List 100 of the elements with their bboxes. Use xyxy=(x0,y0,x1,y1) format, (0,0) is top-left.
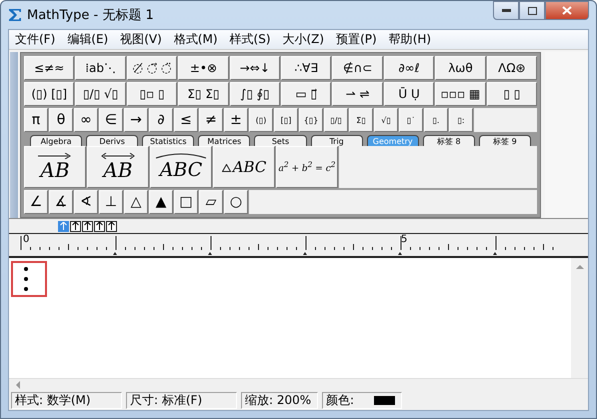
minimize-icon xyxy=(502,9,510,12)
palette-button[interactable]: ◌̸ ◌⃗ ◌̈ xyxy=(126,56,178,80)
symbol-button[interactable]: ∂ xyxy=(149,108,173,132)
arc-icon xyxy=(155,153,207,159)
palette-button[interactable]: ±•⊗ xyxy=(178,56,229,80)
up-arrow-icon xyxy=(108,222,115,230)
palette-tab[interactable]: Trig xyxy=(310,135,363,146)
symbol-button[interactable]: Σ▯ xyxy=(349,108,373,132)
nudge-button[interactable] xyxy=(94,220,105,232)
geometry-button[interactable]: ▱ xyxy=(199,190,223,214)
symbol-button[interactable]: ▯. xyxy=(424,108,448,132)
geometry-button[interactable]: ▲ xyxy=(149,190,173,214)
palette-button[interactable]: ⁞ab⋱ xyxy=(75,56,126,80)
symbol-button[interactable]: θ xyxy=(49,108,73,132)
empty-slot-dots-icon xyxy=(23,266,29,292)
geometry-button[interactable]: ○ xyxy=(224,190,248,214)
minimize-button[interactable] xyxy=(493,1,519,20)
palette-button[interactable]: ▯▫ ▯ xyxy=(126,82,178,106)
palette-button[interactable]: ∉∩⊂ xyxy=(332,56,383,80)
up-arrow-icon xyxy=(72,222,79,230)
palette-tab[interactable]: 标签 8 xyxy=(422,135,475,146)
horizontal-scrollbar[interactable] xyxy=(9,378,588,391)
palette-button[interactable]: ▯/▯ √▯ xyxy=(75,82,126,106)
ruler-label: 5 xyxy=(401,234,408,245)
template-button[interactable]: a$^{2}$ + b$^{2}$ = c$^{2}$ xyxy=(276,146,338,188)
geometry-button[interactable]: △ xyxy=(124,190,148,214)
template-button[interactable]: AB xyxy=(87,146,149,188)
close-icon xyxy=(562,6,572,15)
palette-button[interactable]: ≤≠≈ xyxy=(24,56,74,80)
menu-item[interactable]: 帮助(H) xyxy=(388,31,432,48)
status-text: 样式: 数学(M) xyxy=(15,392,91,409)
symbol-button[interactable]: → xyxy=(124,108,148,132)
close-button[interactable] xyxy=(545,1,589,20)
symbol-button[interactable]: ≠ xyxy=(199,108,223,132)
color-swatch[interactable] xyxy=(374,396,396,405)
menu-item[interactable]: 样式(S) xyxy=(230,31,270,48)
symbol-button[interactable]: √▯ xyxy=(374,108,398,132)
palette-button[interactable]: λωθ xyxy=(435,56,486,80)
geometry-button[interactable]: ∠ xyxy=(24,190,48,214)
geometry-button[interactable]: ⊥ xyxy=(99,190,123,214)
up-arrow-icon xyxy=(96,222,103,230)
symbol-button[interactable]: π xyxy=(24,108,48,132)
palette-button[interactable]: (▯) [▯] xyxy=(24,82,74,106)
nudge-button[interactable] xyxy=(106,220,117,232)
geometry-button[interactable]: ∡ xyxy=(49,190,73,214)
toolbar-grip[interactable] xyxy=(10,52,18,218)
right-arrow-icon xyxy=(38,153,72,159)
menu-item[interactable]: 编辑(E) xyxy=(67,31,108,48)
palette-tab[interactable]: Derivs xyxy=(86,135,138,146)
palette-tab[interactable]: Statistics xyxy=(142,135,194,146)
menu-item[interactable]: 预置(P) xyxy=(336,31,377,48)
status-text: 颜色: xyxy=(326,392,354,409)
palette-button[interactable]: ∂∞ℓ xyxy=(384,56,434,80)
double-arrow-icon xyxy=(101,153,135,159)
palette-tab[interactable]: 标签 9 xyxy=(478,135,531,146)
template-button[interactable]: ABC xyxy=(213,146,275,188)
window-title: MathType - 无标题 1 xyxy=(27,7,154,24)
status-text: 缩放: 200% xyxy=(245,392,312,409)
symbol-button[interactable]: ± xyxy=(224,108,248,132)
maximize-icon xyxy=(528,6,536,14)
nudge-button[interactable] xyxy=(82,220,93,232)
menu-item[interactable]: 文件(F) xyxy=(15,31,56,48)
palette-button[interactable]: ▭ ▯⃗ xyxy=(281,82,332,106)
up-arrow-icon xyxy=(60,222,67,230)
palette-button[interactable]: ∴∀∃ xyxy=(281,56,332,80)
symbol-button[interactable]: ▯˙ xyxy=(399,108,423,132)
palette-button[interactable]: Ū Ụ xyxy=(384,82,434,106)
symbol-button[interactable]: ≤ xyxy=(174,108,198,132)
symbol-button[interactable]: {▯} xyxy=(299,108,323,132)
symbol-button[interactable]: ▯: xyxy=(449,108,473,132)
palette-button[interactable]: ΛΩ⊛ xyxy=(486,56,538,80)
menu-item[interactable]: 大小(Z) xyxy=(282,31,324,48)
symbol-button[interactable]: [▯] xyxy=(274,108,298,132)
template-button[interactable]: AB xyxy=(24,146,86,188)
ruler-label: 0 xyxy=(23,234,30,245)
up-arrow-icon xyxy=(84,222,91,230)
sigma-icon xyxy=(8,8,22,22)
geometry-button[interactable]: ∢ xyxy=(74,190,98,214)
vertical-scrollbar[interactable] xyxy=(571,258,588,378)
menu-item[interactable]: 视图(V) xyxy=(120,31,162,48)
palette-button[interactable]: ▫▫▫ ▦ xyxy=(435,82,486,106)
palette-tab[interactable]: Sets xyxy=(254,135,307,146)
template-button[interactable]: ABC xyxy=(150,146,212,188)
nudge-button[interactable] xyxy=(70,220,81,232)
palette-button[interactable]: →⇔↓ xyxy=(230,56,280,80)
geometry-button[interactable]: □ xyxy=(174,190,198,214)
scroll-left-icon xyxy=(15,381,20,389)
palette-button[interactable]: ▯ ▯ xyxy=(486,82,538,106)
palette-button[interactable]: ⇀ ⇌ xyxy=(332,82,383,106)
status-text: 尺寸: 标准(F) xyxy=(130,392,202,409)
symbol-button[interactable]: ▯/▯ xyxy=(324,108,348,132)
palette-tab[interactable]: Algebra xyxy=(30,135,82,146)
symbol-button[interactable]: ∈ xyxy=(99,108,123,132)
maximize-button[interactable] xyxy=(519,1,545,20)
symbol-button[interactable]: ∞ xyxy=(74,108,98,132)
symbol-button[interactable]: (▯) xyxy=(249,108,273,132)
palette-button[interactable]: ∫▯ ∮▯ xyxy=(230,82,280,106)
palette-tab[interactable]: Matrices xyxy=(198,135,250,146)
menu-item[interactable]: 格式(M) xyxy=(174,31,218,48)
palette-button[interactable]: Σ▯ Σ▯ xyxy=(178,82,229,106)
